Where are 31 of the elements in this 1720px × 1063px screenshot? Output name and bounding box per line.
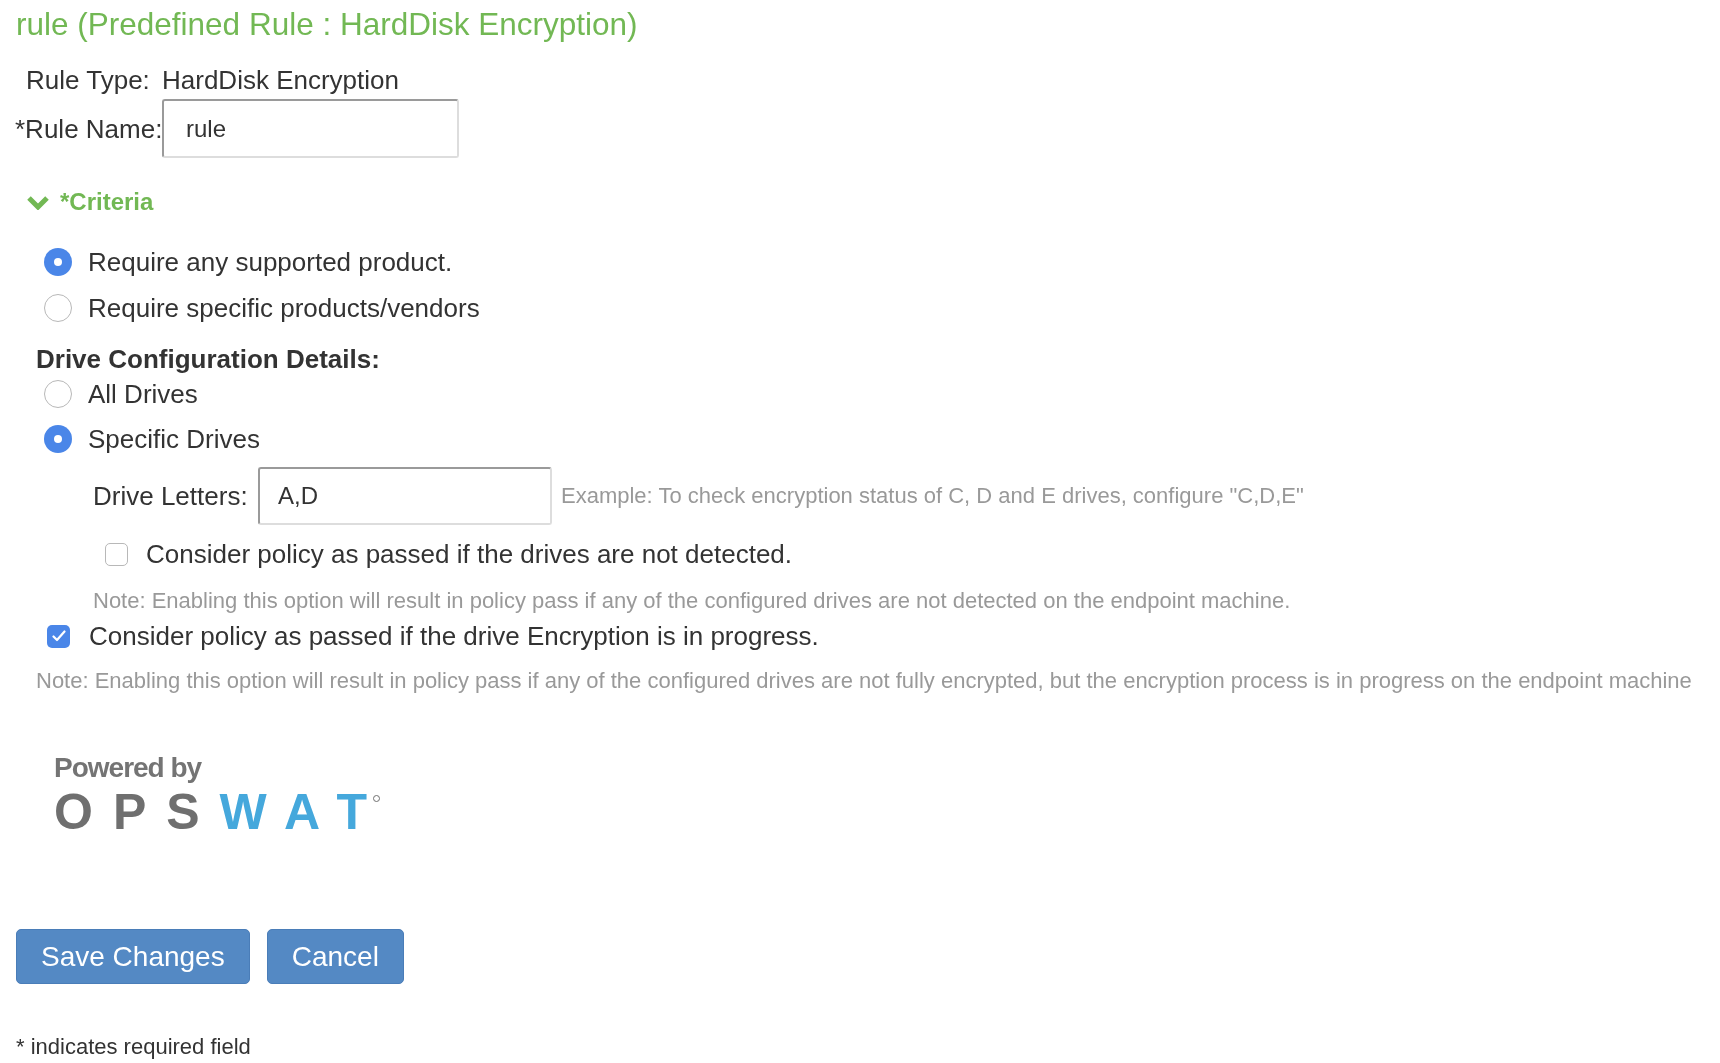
note-text: Note: Enabling this option will result in policy pass if any of the configured drives are not detected on the endpoint machine.	[92, 587, 1291, 615]
checkbox-label: Consider policy as passed if the drive Encryption is in progress.	[89, 620, 819, 652]
radio-button[interactable]	[44, 380, 72, 408]
radio-label: Require specific products/vendors	[88, 292, 480, 324]
powered-by-text: Powered by	[54, 751, 202, 785]
hint-text: Example: To check encryption status of C, D and E drives, configure "C,D,E"	[561, 482, 1304, 510]
save-button[interactable]: Save Changes	[16, 929, 250, 984]
section-heading: Drive Configuration Details:	[35, 344, 380, 374]
input-field[interactable]: A,D	[258, 467, 552, 525]
cancel-button[interactable]: Cancel	[266, 929, 404, 984]
field-label: Drive Letters:	[93, 480, 249, 512]
radio-label: All Drives	[88, 378, 198, 410]
footnote-text: * indicates required field	[15, 1034, 251, 1060]
page-title: rule (Predefined Rule : HardDisk Encryption)	[15, 5, 638, 42]
rule-type-value: HardDisk Encryption	[162, 64, 399, 96]
radio-label: Specific Drives	[88, 423, 260, 455]
checkbox[interactable]	[47, 624, 70, 648]
ring-icon	[372, 795, 380, 802]
checkmark-icon	[51, 630, 66, 642]
input-field[interactable]: rule	[162, 99, 459, 158]
checkbox-label: Consider policy as passed if the drives are not detected.	[146, 538, 793, 570]
note-text: Note: Enabling this option will result in policy pass if any of the configured drives are not fully encrypted, but the encryption process is in progress on the endpoint machine	[35, 667, 1692, 695]
field-label: *Rule Name:	[15, 112, 162, 145]
checkbox[interactable]	[105, 542, 128, 566]
radio-button[interactable]	[44, 425, 72, 453]
radio-button[interactable]	[44, 248, 72, 276]
chevron-down-icon	[27, 194, 49, 210]
radio-button[interactable]	[44, 294, 72, 322]
criteria-toggle[interactable]: *Criteria	[0, 187, 154, 217]
radio-label: Require any supported product.	[88, 246, 453, 278]
field-label: Rule Type:	[26, 64, 151, 96]
